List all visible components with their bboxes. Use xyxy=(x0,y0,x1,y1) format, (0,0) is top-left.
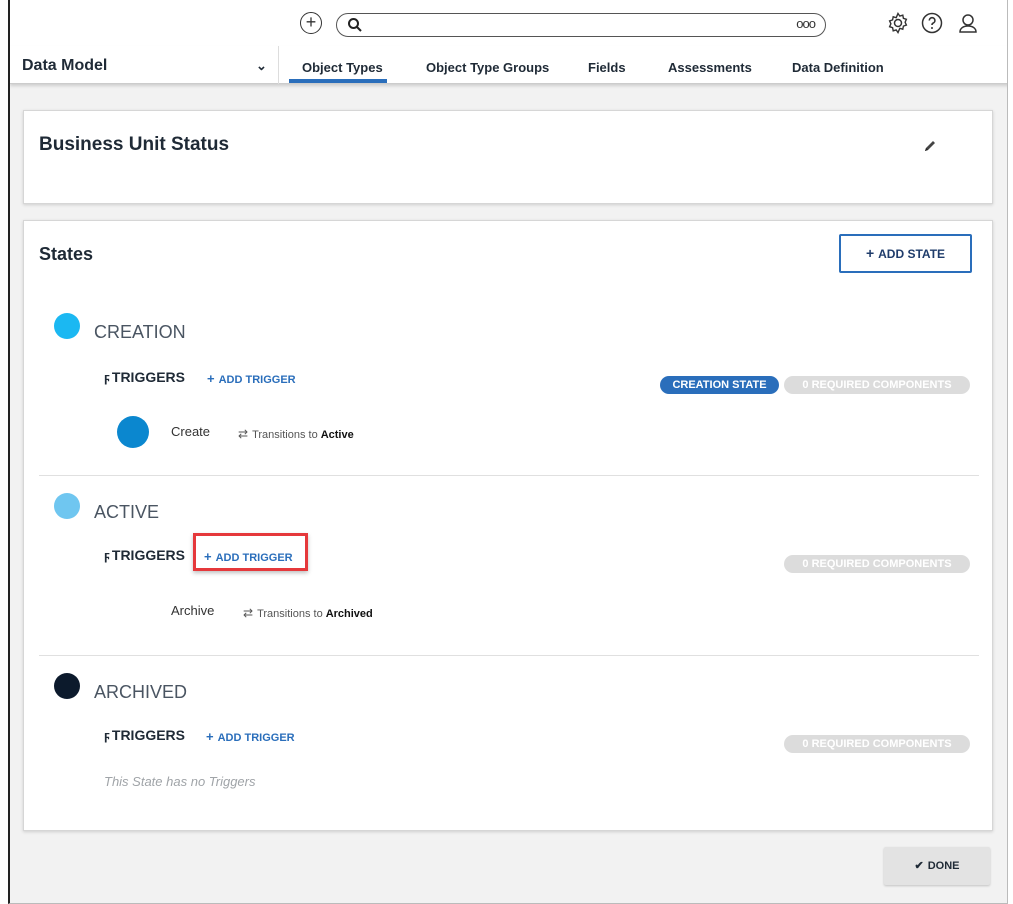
tab-data-definition[interactable]: Data Definition xyxy=(792,60,884,75)
triggers-label: ϝ TRIGGERS xyxy=(104,727,186,743)
top-bar: + ooo xyxy=(10,0,1007,46)
triggers-label: ϝ TRIGGERS xyxy=(104,547,186,563)
states-card: States + ADD STATE CREATION ϝ TRIGGERS + AD… xyxy=(23,220,993,831)
divider xyxy=(39,655,979,656)
state-color-dot xyxy=(54,313,80,339)
trigger-name[interactable]: Archive xyxy=(171,603,214,618)
states-title: States xyxy=(39,244,94,264)
more-options[interactable]: ooo xyxy=(796,16,816,31)
tab-object-type-groups[interactable]: Object Type Groups xyxy=(426,60,549,75)
tab-fields[interactable]: Fields xyxy=(588,60,626,75)
trigger-color-dot xyxy=(117,416,149,448)
gear-icon[interactable] xyxy=(886,11,910,35)
tab-object-types[interactable]: Object Types xyxy=(302,60,383,75)
lightning-icon: ϝ xyxy=(104,548,110,563)
lightning-icon: ϝ xyxy=(104,370,110,385)
search-icon xyxy=(348,18,362,32)
add-trigger-button[interactable]: + ADD TRIGGER xyxy=(207,371,296,386)
add-state-button[interactable]: + ADD STATE xyxy=(839,234,972,273)
search-bar[interactable]: ooo xyxy=(336,13,826,37)
swap-arrows-icon: ⇄ xyxy=(243,606,254,620)
nav-bar: Data Model ⌄ Object Types Object Type Gr… xyxy=(10,46,1007,84)
status-badge: 0 REQUIRED COMPONENTS xyxy=(784,555,970,573)
done-button[interactable]: ✔ DONE xyxy=(884,847,990,885)
active-tab-indicator xyxy=(289,79,387,83)
app-frame: + ooo Data Model ⌄ Object Types Object T… xyxy=(8,0,1008,904)
page-title: Business Unit Status xyxy=(39,134,230,155)
add-trigger-button[interactable]: + ADD TRIGGER xyxy=(206,729,295,744)
tab-assessments[interactable]: Assessments xyxy=(668,60,752,75)
state-name: CREATION xyxy=(94,322,186,342)
section-title: Data Model xyxy=(22,57,108,74)
checkmark-icon: ✔ xyxy=(914,860,924,872)
status-badge: 0 REQUIRED COMPONENTS xyxy=(784,376,970,394)
swap-arrows-icon: ⇄ xyxy=(238,427,249,441)
plus-icon: + xyxy=(207,371,215,386)
transition-text: ⇄ Transitions to Archived xyxy=(243,606,373,620)
lightning-icon: ϝ xyxy=(104,728,110,743)
plus-icon: + xyxy=(865,245,875,261)
transition-text: ⇄ Transitions to Active xyxy=(238,427,354,441)
state-name: ACTIVE xyxy=(94,502,160,522)
status-badge: CREATION STATE xyxy=(660,376,779,394)
plus-circle-icon[interactable]: + xyxy=(300,12,322,34)
plus-icon: + xyxy=(206,729,214,744)
help-icon[interactable] xyxy=(920,11,944,35)
add-state-label: ADD STATE xyxy=(878,247,946,261)
state-name: ARCHIVED xyxy=(94,682,188,702)
state-color-dot xyxy=(54,673,80,699)
status-badge: 0 REQUIRED COMPONENTS xyxy=(784,735,970,753)
triggers-label: ϝ TRIGGERS xyxy=(104,369,186,385)
state-color-dot xyxy=(54,493,80,519)
plus-icon: + xyxy=(204,549,212,564)
add-trigger-button[interactable]: + ADD TRIGGER xyxy=(204,549,293,564)
chevron-down-icon[interactable]: ⌄ xyxy=(256,58,267,74)
edit-pencil-icon[interactable] xyxy=(922,138,938,154)
done-label: DONE xyxy=(927,860,960,872)
trigger-name[interactable]: Create xyxy=(171,424,210,439)
user-icon[interactable] xyxy=(956,11,980,35)
object-type-header-card: Business Unit Status xyxy=(23,110,993,204)
empty-triggers-text: This State has no Triggers xyxy=(104,774,256,789)
divider xyxy=(278,46,279,84)
divider xyxy=(39,475,979,476)
